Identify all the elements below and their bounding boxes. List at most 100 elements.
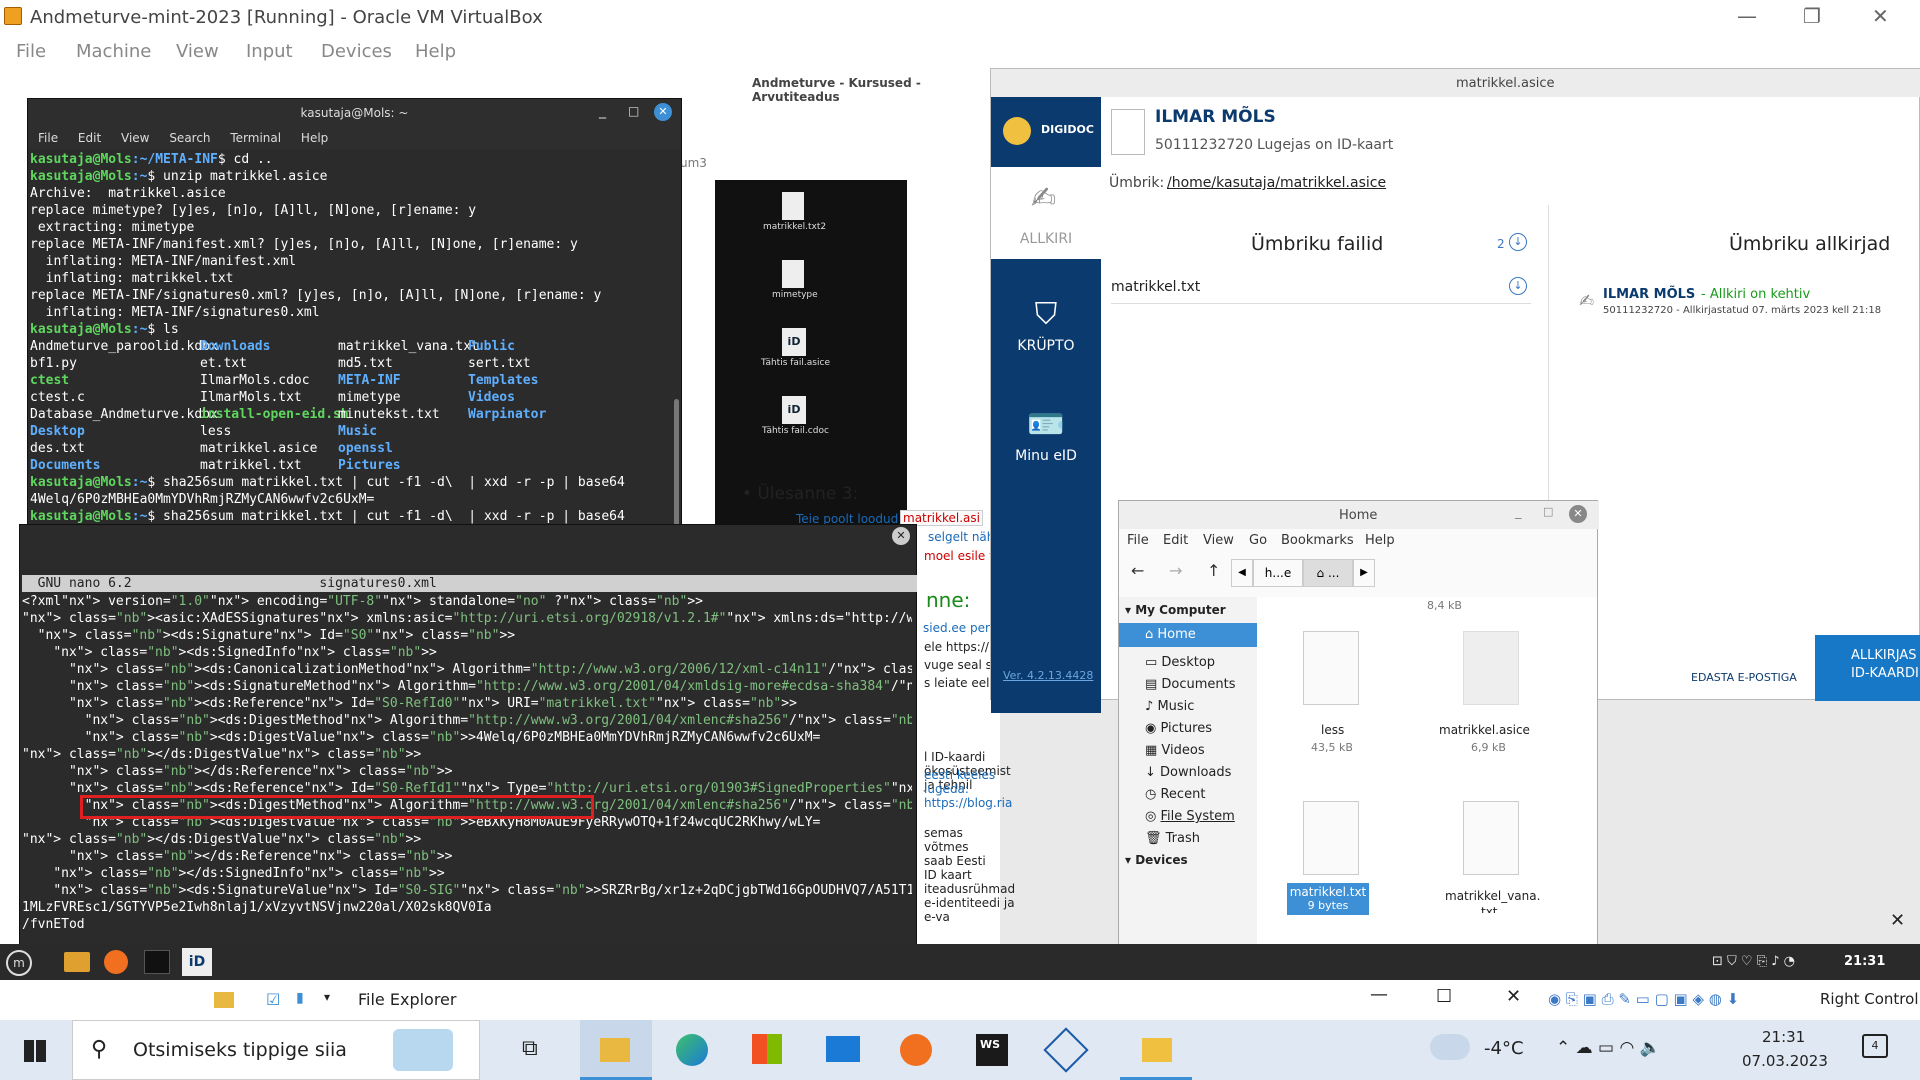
- menu-search[interactable]: Search: [169, 131, 210, 145]
- path-prev-icon[interactable]: ◀: [1231, 559, 1253, 587]
- windows-start-icon[interactable]: [24, 1040, 46, 1062]
- shield-lock-icon: ⛉: [1034, 297, 1058, 332]
- prompt-path: :~: [131, 509, 148, 524]
- path-segment-home[interactable]: ⌂ ...: [1303, 559, 1353, 587]
- search-box[interactable]: ⚲ Otsimiseks tippige siia: [72, 1020, 480, 1080]
- menu-edit[interactable]: Edit: [78, 131, 101, 145]
- up-icon[interactable]: ↑: [1207, 561, 1220, 580]
- ls-row: Desktop less Music: [30, 423, 680, 440]
- back-icon[interactable]: ←: [1131, 561, 1144, 580]
- files-icon[interactable]: [64, 952, 90, 972]
- virtualbox-menubar: File Machine View Input Devices Help: [0, 36, 1920, 68]
- place-desktop[interactable]: ▭ Desktop: [1145, 655, 1215, 670]
- menu-file[interactable]: File: [16, 41, 46, 62]
- pin-icon[interactable]: ▮: [296, 990, 304, 1006]
- nano-terminal-window[interactable]: ✕ GNU nano 6.2 signatures0.xml <?xml"nx"…: [19, 524, 917, 948]
- sign-button[interactable]: ALLKIRJAS ID-KAARDI: [1815, 635, 1920, 701]
- envelope-path[interactable]: /home/kasutaja/matrikkel.asice: [1167, 175, 1386, 191]
- menu-bookmarks[interactable]: Bookmarks: [1281, 533, 1354, 548]
- place-pictures[interactable]: ◉ Pictures: [1145, 721, 1212, 736]
- minimize-icon[interactable]: _: [1515, 505, 1522, 520]
- place-downloads[interactable]: ↓ Downloads: [1145, 765, 1231, 780]
- close-icon[interactable]: ✕: [1872, 4, 1889, 28]
- file-item-less[interactable]: less 43,5 kB: [1287, 623, 1377, 754]
- ls-entry: Music: [338, 424, 378, 439]
- nano-line: "nx"> class="nb"></ds:Reference"nx"> cla…: [68, 849, 453, 864]
- file-item-matrikkel-txt[interactable]: matrikkel.txt 9 bytes: [1287, 793, 1377, 923]
- close-icon[interactable]: ✕: [1569, 505, 1587, 523]
- place-home[interactable]: ⌂ Home: [1119, 623, 1257, 647]
- mail-icon[interactable]: [826, 1036, 860, 1062]
- terminal-icon[interactable]: [144, 950, 170, 974]
- store-icon[interactable]: [752, 1034, 782, 1064]
- digidoc-icon[interactable]: iD: [182, 948, 212, 976]
- menu-help[interactable]: Help: [1365, 533, 1395, 548]
- nav-krupto[interactable]: ⛉ KRÜPTO: [991, 297, 1101, 354]
- virtualbox-icon[interactable]: [1043, 1027, 1089, 1073]
- close-notification-icon[interactable]: ✕: [1890, 910, 1905, 931]
- system-time[interactable]: 21:31: [1762, 1028, 1805, 1046]
- download-all-icon[interactable]: ↓: [1509, 233, 1527, 251]
- ls-entry: META-INF: [338, 373, 401, 388]
- webstorm-icon[interactable]: WS: [976, 1034, 1008, 1066]
- menu-file[interactable]: File: [38, 131, 58, 145]
- menu-go[interactable]: Go: [1249, 533, 1267, 548]
- menu-input[interactable]: Input: [246, 41, 293, 62]
- menu-edit[interactable]: Edit: [1163, 533, 1188, 548]
- menu-view[interactable]: View: [176, 41, 219, 62]
- email-button[interactable]: EDASTA E-POSTIGA: [1691, 671, 1797, 684]
- version-label[interactable]: Ver. 4.2.13.4428: [1003, 669, 1093, 682]
- menu-machine[interactable]: Machine: [76, 41, 151, 62]
- place-videos[interactable]: ▦ Videos: [1145, 743, 1205, 758]
- path-next-icon[interactable]: ▶: [1353, 559, 1375, 587]
- menu-help[interactable]: Help: [301, 131, 328, 145]
- checklist-icon[interactable]: ☑: [266, 990, 280, 1009]
- maximize-icon[interactable]: □: [1543, 505, 1553, 518]
- close-icon[interactable]: ✕: [892, 527, 910, 545]
- minimize-icon[interactable]: —: [1737, 4, 1757, 28]
- prompt-user: kasutaja@Mols: [30, 322, 132, 337]
- forward-icon[interactable]: →: [1169, 561, 1182, 580]
- place-documents[interactable]: ▤ Documents: [1145, 677, 1236, 692]
- mint-menu-icon[interactable]: m: [6, 950, 32, 976]
- close-icon[interactable]: ✕: [654, 103, 672, 121]
- close-icon[interactable]: ✕: [1506, 986, 1521, 1007]
- firefox-icon[interactable]: [104, 950, 128, 974]
- restore-icon[interactable]: ❐: [1803, 4, 1821, 28]
- prompt-user: kasutaja@Mols: [30, 169, 132, 184]
- task-view-icon[interactable]: ⧉: [522, 1036, 538, 1061]
- menu-view[interactable]: View: [1203, 533, 1234, 548]
- nav-minu-eid[interactable]: 🪪 Minu eID: [991, 407, 1101, 464]
- maximize-icon[interactable]: ☐: [1436, 986, 1452, 1007]
- taskbar-file-explorer-icon[interactable]: [580, 1020, 652, 1080]
- place-filesystem[interactable]: ◎ File System: [1145, 809, 1235, 824]
- place-trash[interactable]: 🗑 Trash: [1145, 831, 1200, 846]
- system-date[interactable]: 07.03.2023: [1742, 1052, 1828, 1070]
- minimize-icon[interactable]: —: [1370, 984, 1388, 1005]
- file-item-matrikkel-vana[interactable]: matrikkel_vana. txt: [1437, 793, 1547, 923]
- file-item-asice[interactable]: matrikkel.asice 6,9 kB: [1437, 623, 1547, 754]
- tray-icons[interactable]: ⌃ ☁ ▭ ◠ 🔈: [1556, 1038, 1661, 1058]
- chevron-down-icon[interactable]: ▾: [324, 990, 330, 1004]
- clock[interactable]: 21:31: [1844, 954, 1885, 969]
- place-recent[interactable]: ◷ Recent: [1145, 787, 1205, 802]
- place-music[interactable]: ♪ Music: [1145, 699, 1194, 714]
- notifications-icon[interactable]: 4: [1862, 1034, 1888, 1058]
- weather-temp[interactable]: -4°C: [1484, 1038, 1524, 1059]
- firefox-icon[interactable]: [900, 1034, 932, 1066]
- menu-devices[interactable]: Devices: [321, 41, 392, 62]
- file-name[interactable]: matrikkel.txt: [1111, 279, 1200, 295]
- menu-view[interactable]: View: [121, 131, 149, 145]
- menu-terminal[interactable]: Terminal: [230, 131, 281, 145]
- nano-buffer[interactable]: <?xml"nx"> version="1.0""nx"> encoding="…: [22, 593, 912, 947]
- nav-allkiri[interactable]: ✍ ALLKIRI: [991, 167, 1101, 259]
- path-segment[interactable]: h...e: [1253, 559, 1303, 587]
- menu-file[interactable]: File: [1127, 533, 1149, 548]
- place-label: Trash: [1165, 831, 1200, 846]
- minimize-icon[interactable]: _: [599, 103, 606, 119]
- download-icon[interactable]: ↓: [1509, 277, 1527, 295]
- maximize-icon[interactable]: □: [628, 104, 639, 118]
- menu-help[interactable]: Help: [415, 41, 456, 62]
- vm-running-icon[interactable]: [1120, 1020, 1192, 1080]
- edge-icon[interactable]: [676, 1034, 708, 1066]
